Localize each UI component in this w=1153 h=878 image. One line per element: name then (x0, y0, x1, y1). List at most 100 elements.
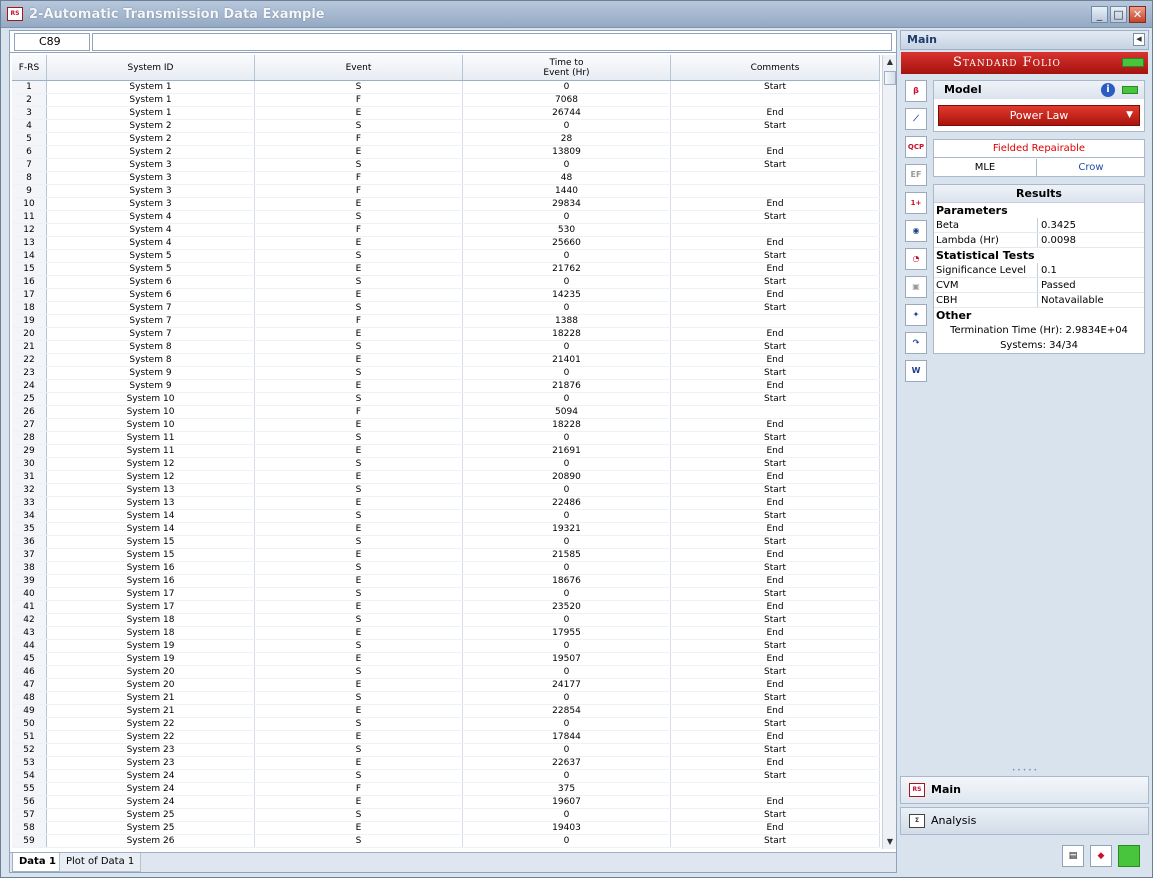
cell-event[interactable]: E (255, 627, 463, 639)
cell-time-to-event[interactable]: 0 (463, 588, 671, 600)
cell-event[interactable]: S (255, 744, 463, 756)
cell-event[interactable]: S (255, 458, 463, 470)
row-header[interactable]: 8 (12, 172, 47, 184)
cell-time-to-event[interactable]: 0 (463, 341, 671, 353)
cell-comments[interactable]: Start (671, 835, 880, 847)
nav-main[interactable]: RS Main (900, 776, 1149, 804)
cell-system-id[interactable]: System 5 (47, 250, 255, 262)
row-header[interactable]: 51 (12, 731, 47, 743)
row-header[interactable]: 32 (12, 484, 47, 496)
cell-comments[interactable]: End (671, 575, 880, 587)
scroll-down-arrow-icon[interactable]: ▼ (883, 835, 897, 849)
cell-system-id[interactable]: System 16 (47, 562, 255, 574)
cell-time-to-event[interactable]: 23520 (463, 601, 671, 613)
model-dropdown[interactable]: Power Law ▼ (938, 105, 1140, 126)
cell-system-id[interactable]: System 24 (47, 770, 255, 782)
cell-comments[interactable]: Start (671, 393, 880, 405)
qcp-icon[interactable]: QCP (905, 136, 927, 158)
cell-comments[interactable]: Start (671, 809, 880, 821)
data-type-setting[interactable]: Fielded Repairable (934, 140, 1144, 158)
report-icon[interactable]: ▣ (905, 276, 927, 298)
row-header[interactable]: 46 (12, 666, 47, 678)
cell-time-to-event[interactable]: 0 (463, 484, 671, 496)
cell-comments[interactable] (671, 315, 880, 327)
cell-event[interactable]: S (255, 809, 463, 821)
row-header[interactable]: 3 (12, 107, 47, 119)
cell-comments[interactable]: Start (671, 432, 880, 444)
cell-event[interactable]: S (255, 302, 463, 314)
cell-time-to-event[interactable]: 48 (463, 172, 671, 184)
cell-comments[interactable]: End (671, 705, 880, 717)
cell-event[interactable]: E (255, 146, 463, 158)
formula-input[interactable] (92, 33, 892, 51)
cell-system-id[interactable]: System 11 (47, 432, 255, 444)
close-button[interactable]: ✕ (1129, 6, 1146, 23)
cell-event[interactable]: E (255, 471, 463, 483)
cell-time-to-event[interactable]: 0 (463, 640, 671, 652)
cell-event[interactable]: S (255, 159, 463, 171)
cell-event[interactable]: F (255, 172, 463, 184)
row-header[interactable]: 22 (12, 354, 47, 366)
cell-system-id[interactable]: System 6 (47, 276, 255, 288)
cell-comments[interactable]: Start (671, 81, 880, 93)
cell-event[interactable]: F (255, 133, 463, 145)
cell-event[interactable]: F (255, 185, 463, 197)
cell-event[interactable]: S (255, 692, 463, 704)
panel-splitter[interactable]: • • • • • (900, 768, 1149, 774)
cell-comments[interactable]: End (671, 653, 880, 665)
cell-system-id[interactable]: System 22 (47, 731, 255, 743)
cell-reference-field[interactable]: C89 (14, 33, 90, 51)
cell-comments[interactable]: Start (671, 250, 880, 262)
row-header[interactable]: 50 (12, 718, 47, 730)
cell-event[interactable]: F (255, 224, 463, 236)
cell-event[interactable]: E (255, 601, 463, 613)
row-header[interactable]: 28 (12, 432, 47, 444)
cell-comments[interactable]: End (671, 107, 880, 119)
cell-comments[interactable]: Start (671, 614, 880, 626)
plot-icon[interactable]: ⟋ (905, 108, 927, 130)
row-header[interactable]: 15 (12, 263, 47, 275)
cell-time-to-event[interactable]: 375 (463, 783, 671, 795)
row-header[interactable]: 11 (12, 211, 47, 223)
cell-time-to-event[interactable]: 530 (463, 224, 671, 236)
cell-system-id[interactable]: System 14 (47, 523, 255, 535)
nav-analysis[interactable]: Σ Analysis (900, 807, 1149, 835)
calc-icon[interactable]: 1+ (905, 192, 927, 214)
cell-system-id[interactable]: System 5 (47, 263, 255, 275)
cell-time-to-event[interactable]: 0 (463, 770, 671, 782)
rs-icon[interactable]: β (905, 80, 927, 102)
row-header[interactable]: 7 (12, 159, 47, 171)
cell-time-to-event[interactable]: 0 (463, 81, 671, 93)
cell-time-to-event[interactable]: 19321 (463, 523, 671, 535)
cell-system-id[interactable]: System 22 (47, 718, 255, 730)
cell-system-id[interactable]: System 11 (47, 445, 255, 457)
cell-comments[interactable]: End (671, 679, 880, 691)
cell-time-to-event[interactable]: 29834 (463, 198, 671, 210)
cell-time-to-event[interactable]: 21401 (463, 354, 671, 366)
cell-comments[interactable]: End (671, 627, 880, 639)
cell-event[interactable]: F (255, 315, 463, 327)
cell-event[interactable]: S (255, 120, 463, 132)
cell-event[interactable]: E (255, 380, 463, 392)
cell-event[interactable]: S (255, 276, 463, 288)
cell-time-to-event[interactable]: 0 (463, 211, 671, 223)
cell-system-id[interactable]: System 1 (47, 81, 255, 93)
vertical-scrollbar[interactable]: ▲ ▼ (882, 55, 896, 849)
cell-system-id[interactable]: System 10 (47, 406, 255, 418)
cell-time-to-event[interactable]: 19607 (463, 796, 671, 808)
cell-system-id[interactable]: System 7 (47, 302, 255, 314)
row-header[interactable]: 30 (12, 458, 47, 470)
cell-event[interactable]: S (255, 718, 463, 730)
cell-time-to-event[interactable]: 0 (463, 159, 671, 171)
column-header-time-to-event[interactable]: Time to Event (Hr) (463, 55, 671, 80)
cell-time-to-event[interactable]: 24177 (463, 679, 671, 691)
row-header[interactable]: 55 (12, 783, 47, 795)
app-icon[interactable]: RS (7, 7, 23, 21)
cell-system-id[interactable]: System 10 (47, 393, 255, 405)
cell-event[interactable]: E (255, 237, 463, 249)
cell-comments[interactable]: End (671, 471, 880, 483)
cell-comments[interactable]: Start (671, 159, 880, 171)
cell-system-id[interactable]: System 20 (47, 666, 255, 678)
row-header[interactable]: 35 (12, 523, 47, 535)
cell-comments[interactable]: End (671, 146, 880, 158)
